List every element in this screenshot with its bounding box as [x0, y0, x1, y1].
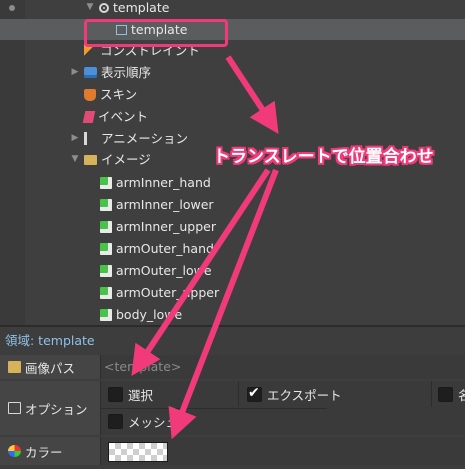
tree-item-constraints[interactable]: コンストレイント: [0, 40, 465, 61]
tree-item-draw-order[interactable]: ▶ 表示順序: [0, 62, 465, 83]
tree-item-label: イメージ: [101, 152, 151, 167]
options-label: オプション: [25, 401, 88, 417]
highlight-box: [84, 19, 228, 47]
expand-arrow-icon[interactable]: ▶: [70, 62, 80, 83]
checkbox-icon: [438, 386, 453, 402]
tree-item-label: armOuter_hand: [116, 241, 214, 256]
skin-icon: [84, 88, 96, 101]
color-label-cell: カラー: [0, 437, 101, 465]
tree-item-image[interactable]: armOuter_upper: [0, 282, 465, 303]
expand-arrow-icon[interactable]: ▼: [70, 149, 80, 170]
tree-item-image[interactable]: armInner_hand: [0, 172, 465, 193]
checked-icon: [247, 385, 262, 402]
tree-item-label: armInner_lower: [116, 197, 214, 212]
tree-item-events[interactable]: イベント: [0, 106, 465, 127]
tree-item-label: 表示順序: [101, 65, 152, 80]
folder-icon: [8, 361, 21, 373]
option-export-checkbox[interactable]: エクスポート: [247, 382, 342, 406]
option-label: 名: [458, 387, 465, 403]
tree-item-template-bone[interactable]: ▼ template: [0, 0, 465, 18]
tree-item-skins[interactable]: スキン: [0, 84, 465, 105]
option-name-checkbox[interactable]: 名: [438, 382, 465, 406]
options-icon: [8, 402, 21, 414]
animation-icon: [84, 132, 97, 145]
option-label: 選択: [128, 387, 154, 403]
image-icon: [100, 176, 112, 189]
color-swatch[interactable]: [108, 442, 168, 462]
checkbox-icon: [108, 386, 123, 402]
tree-item-image[interactable]: armOuter_hand: [0, 238, 465, 259]
option-mesh-checkbox[interactable]: メッシュ: [108, 409, 178, 433]
tree-item-label: アニメーション: [101, 131, 189, 146]
image-icon: [100, 198, 112, 211]
tree-item-label: body_lowe: [116, 307, 183, 322]
option-label: メッシュ: [128, 414, 179, 430]
image-icon: [100, 286, 112, 299]
image-path-label: 画像パス: [25, 360, 76, 376]
color-row: カラー: [0, 437, 465, 465]
checkbox-icon: [108, 413, 123, 429]
option-label: エクスポート: [267, 387, 342, 403]
image-path-label-cell: 画像パス: [0, 355, 101, 379]
properties-title: 領域: template: [5, 333, 95, 348]
tree-item-label: イベント: [98, 109, 149, 124]
tree-item-label: armOuter_upper: [116, 285, 220, 300]
tree-item-template-region[interactable]: template: [0, 19, 465, 40]
options-label-cell: オプション: [0, 381, 101, 435]
image-icon: [100, 308, 112, 321]
tree-item-label: armOuter_lowe: [116, 263, 212, 278]
panel-divider[interactable]: [0, 325, 465, 327]
tree-item-image[interactable]: armOuter_lowe: [0, 260, 465, 281]
image-path-field[interactable]: <template>: [104, 359, 181, 374]
option-select-checkbox[interactable]: 選択: [108, 382, 153, 406]
folder-icon: [84, 154, 97, 165]
image-icon: [100, 242, 112, 255]
divider: [238, 381, 239, 407]
tree-item-image[interactable]: armInner_upper: [0, 216, 465, 237]
image-icon: [100, 264, 112, 277]
draw-order-icon: [84, 67, 97, 78]
color-wheel-icon: [8, 445, 21, 457]
expand-arrow-icon[interactable]: ▶: [70, 128, 80, 149]
options-row: オプション 選択 エクスポート 名 メッシュ: [0, 381, 465, 435]
tree-item-label: template: [113, 0, 170, 15]
bone-root-icon: [99, 2, 109, 13]
event-icon: [82, 110, 96, 123]
image-path-row: 画像パス <template>: [0, 355, 465, 379]
color-label: カラー: [25, 444, 63, 460]
annotation-text: トランスレートで位置合わせ: [213, 147, 434, 167]
image-icon: [100, 220, 112, 233]
expand-arrow-icon[interactable]: ▼: [85, 0, 95, 18]
divider: [431, 381, 432, 407]
tree-item-image[interactable]: body_lowe: [0, 304, 465, 325]
tree-item-label: armInner_upper: [116, 219, 216, 234]
tree-item-image[interactable]: armInner_lower: [0, 194, 465, 215]
tree-item-label: armInner_hand: [116, 175, 211, 190]
tree-item-label: スキン: [100, 87, 138, 102]
